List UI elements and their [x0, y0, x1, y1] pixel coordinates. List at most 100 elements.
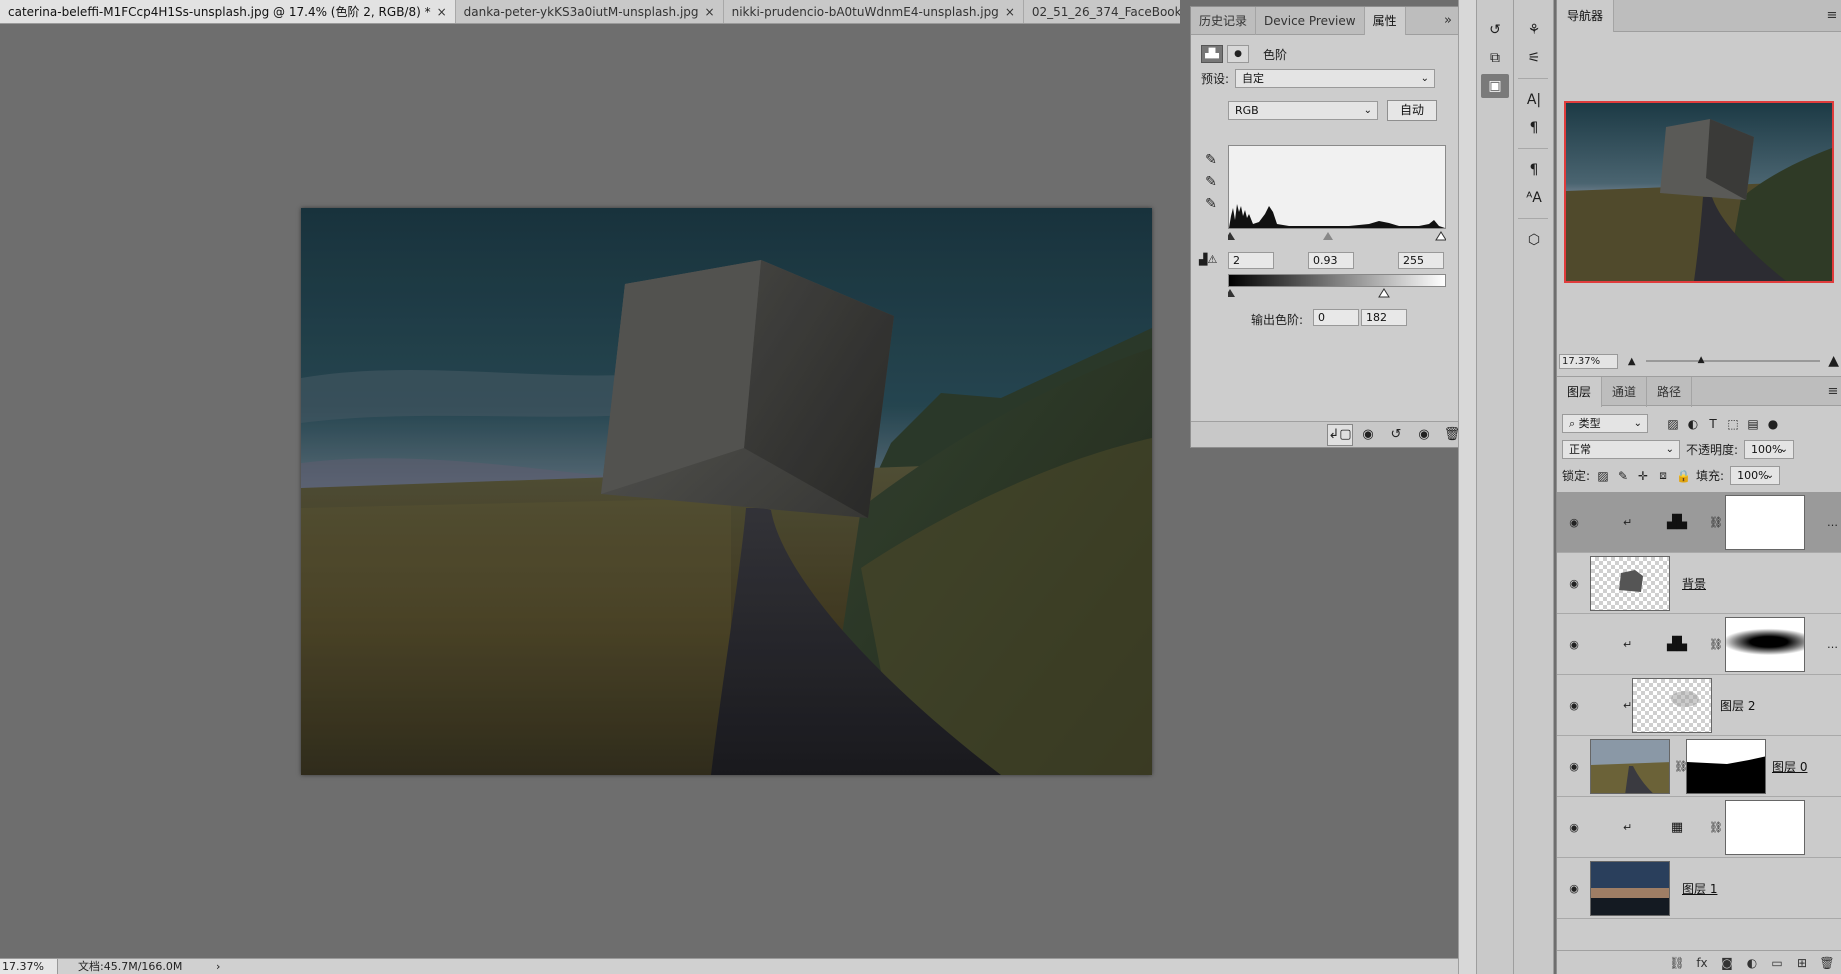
history-panel-icon[interactable]: ↺: [1481, 18, 1509, 42]
layer-name[interactable]: 图层 0: [1772, 758, 1807, 775]
layer-thumbnail-landscape[interactable]: [1590, 739, 1670, 794]
adjustments-icon[interactable]: ⚟: [1520, 46, 1548, 70]
input-white-handle[interactable]: [1435, 231, 1447, 241]
visibility-eye-icon[interactable]: ◉: [1567, 821, 1581, 834]
input-white-field[interactable]: 255: [1398, 252, 1444, 269]
navigator-zoom-slider[interactable]: ▲: [1645, 355, 1821, 365]
zoom-out-icon[interactable]: ▲: [1628, 356, 1636, 367]
black-point-eyedropper-icon[interactable]: ✎: [1201, 152, 1221, 174]
brush-preset-icon[interactable]: ⚘: [1520, 18, 1548, 42]
tab-history[interactable]: 历史记录: [1191, 7, 1257, 35]
close-icon[interactable]: ×: [437, 1, 447, 24]
filter-smart-object-icon[interactable]: ▤: [1746, 417, 1760, 431]
navigator-preview[interactable]: [1564, 101, 1834, 283]
paragraph-panel-icon[interactable]: ¶: [1520, 116, 1548, 140]
chain-link-icon[interactable]: ⛓: [1709, 516, 1723, 529]
input-levels-slider[interactable]: [1225, 230, 1447, 241]
layer-mask-thumbnail[interactable]: [1725, 800, 1805, 855]
clipping-warning-icon[interactable]: ▟⚠: [1199, 253, 1217, 266]
visibility-eye-icon[interactable]: ◉: [1567, 638, 1581, 651]
new-group-icon[interactable]: ▭: [1768, 956, 1786, 970]
status-zoom-field[interactable]: 17.37%: [0, 959, 58, 974]
layer-row-levels-top[interactable]: ◉ ↵ ▟▙ ⛓ …: [1557, 492, 1841, 553]
reset-adjustment-icon[interactable]: ↺: [1383, 424, 1409, 446]
artwork-image[interactable]: [301, 208, 1152, 775]
layer-name[interactable]: 背景: [1682, 575, 1706, 592]
lock-all-icon[interactable]: 🔒: [1676, 469, 1691, 483]
lock-position-icon[interactable]: ✛: [1636, 469, 1650, 483]
panel-menu-icon[interactable]: ≡: [1823, 2, 1841, 30]
layer-thumbnail-cube[interactable]: [1590, 556, 1670, 611]
lock-transparent-icon[interactable]: ▨: [1596, 469, 1610, 483]
output-black-handle[interactable]: [1225, 289, 1235, 297]
clip-to-layer-icon[interactable]: ↲▢: [1327, 423, 1353, 446]
layer-style-fx-icon[interactable]: fx: [1693, 956, 1711, 970]
filter-shape-icon[interactable]: ⬚: [1726, 417, 1740, 431]
layer-mask-icon[interactable]: ●: [1227, 45, 1249, 63]
paragraph-style-icon[interactable]: ¶: [1520, 158, 1548, 182]
visibility-eye-icon[interactable]: ◉: [1567, 760, 1581, 773]
chain-link-icon[interactable]: ⛓: [1709, 821, 1723, 834]
layer-mask-thumbnail[interactable]: [1686, 739, 1766, 794]
close-icon[interactable]: ×: [1005, 1, 1015, 24]
preset-select[interactable]: 自定 ⌄: [1235, 69, 1435, 88]
output-white-handle[interactable]: [1378, 288, 1390, 298]
tab-properties[interactable]: 属性: [1364, 7, 1406, 35]
toggle-visibility-icon[interactable]: ◉: [1411, 424, 1437, 446]
visibility-eye-icon[interactable]: ◉: [1567, 516, 1581, 529]
delete-layer-icon[interactable]: 🗑: [1818, 956, 1836, 970]
new-layer-icon[interactable]: ⊞: [1793, 956, 1811, 970]
layer-mask-thumbnail[interactable]: [1725, 495, 1805, 550]
filter-type-icon[interactable]: T: [1706, 417, 1720, 431]
filter-toggle-icon[interactable]: ●: [1766, 417, 1780, 431]
layer-name[interactable]: 图层 2: [1720, 697, 1755, 714]
new-adjustment-layer-icon[interactable]: ◐: [1743, 956, 1761, 970]
panel-menu-icon[interactable]: ≡: [1824, 377, 1841, 405]
layer-filter-select[interactable]: ⌕ 类型 ⌄: [1562, 414, 1648, 433]
white-point-eyedropper-icon[interactable]: ✎: [1201, 196, 1221, 218]
layer-mask-thumbnail[interactable]: [1725, 617, 1805, 672]
gray-point-eyedropper-icon[interactable]: ✎: [1201, 174, 1221, 196]
layer-row-layer-1[interactable]: ◉ 图层 1: [1557, 858, 1841, 919]
levels-adjustment-icon[interactable]: ▟▙: [1201, 45, 1223, 63]
view-previous-state-icon[interactable]: ◉: [1355, 424, 1381, 446]
blend-mode-select[interactable]: 正常 ⌄: [1562, 440, 1680, 459]
output-levels-slider[interactable]: [1225, 287, 1446, 298]
auto-button[interactable]: 自动: [1387, 100, 1437, 121]
tab-device-preview[interactable]: Device Preview: [1256, 7, 1365, 35]
visibility-eye-icon[interactable]: ◉: [1567, 699, 1581, 712]
lock-image-icon[interactable]: ✎: [1616, 469, 1630, 483]
close-icon[interactable]: ×: [705, 1, 715, 24]
tab-layers[interactable]: 图层: [1557, 377, 1603, 407]
document-tab-caterina[interactable]: caterina-beleffi-M1FCcp4H1Ss-unsplash.jp…: [0, 0, 456, 24]
properties-panel-icon[interactable]: ▣: [1481, 74, 1509, 98]
layer-name[interactable]: 图层 1: [1682, 880, 1717, 897]
character-style-icon[interactable]: ᴬA: [1520, 186, 1548, 210]
navigator-zoom-field[interactable]: 17.37%: [1559, 353, 1618, 369]
zoom-slider-knob[interactable]: ▲: [1698, 355, 1705, 365]
tab-navigator[interactable]: 导航器: [1557, 0, 1615, 32]
filter-adjustment-icon[interactable]: ◐: [1686, 417, 1700, 431]
link-layers-icon[interactable]: ⛓: [1668, 956, 1686, 970]
document-tab-danka[interactable]: danka-peter-ykKS3a0iutM-unsplash.jpg ×: [455, 0, 724, 24]
document-tab-facebook[interactable]: 02_51_26_374_FaceBook_F_1_1.jpg ×: [1023, 0, 1180, 23]
layer-row-adjustment-film[interactable]: ◉ ↵ ▦ ⛓: [1557, 797, 1841, 858]
layer-thumbnail-sky[interactable]: [1590, 861, 1670, 916]
tab-channels[interactable]: 通道: [1602, 377, 1648, 407]
chain-link-icon[interactable]: ⛓: [1709, 638, 1723, 651]
visibility-eye-icon[interactable]: ◉: [1567, 882, 1581, 895]
input-black-field[interactable]: 2: [1228, 252, 1274, 269]
output-black-field[interactable]: 0: [1313, 309, 1359, 326]
zoom-in-icon[interactable]: ▲: [1828, 353, 1839, 369]
input-gamma-field[interactable]: 0.93: [1308, 252, 1354, 269]
layer-row-levels-middle[interactable]: ◉ ↵ ▟▙ ⛓ …: [1557, 614, 1841, 675]
fill-field[interactable]: 100% ⌄: [1730, 466, 1781, 485]
collapse-panel-icon[interactable]: »: [1439, 7, 1457, 34]
document-tab-nikki[interactable]: nikki-prudencio-bA0tuWdnmE4-unsplash.jpg…: [723, 0, 1024, 24]
layer-row-background[interactable]: ◉ 背景: [1557, 553, 1841, 614]
input-black-handle[interactable]: [1225, 232, 1235, 240]
layer-thumbnail-shadow[interactable]: [1632, 678, 1712, 733]
opacity-field[interactable]: 100% ⌄: [1744, 440, 1795, 459]
output-white-field[interactable]: 182: [1361, 309, 1407, 326]
device-preview-icon[interactable]: ⧉: [1481, 46, 1509, 70]
